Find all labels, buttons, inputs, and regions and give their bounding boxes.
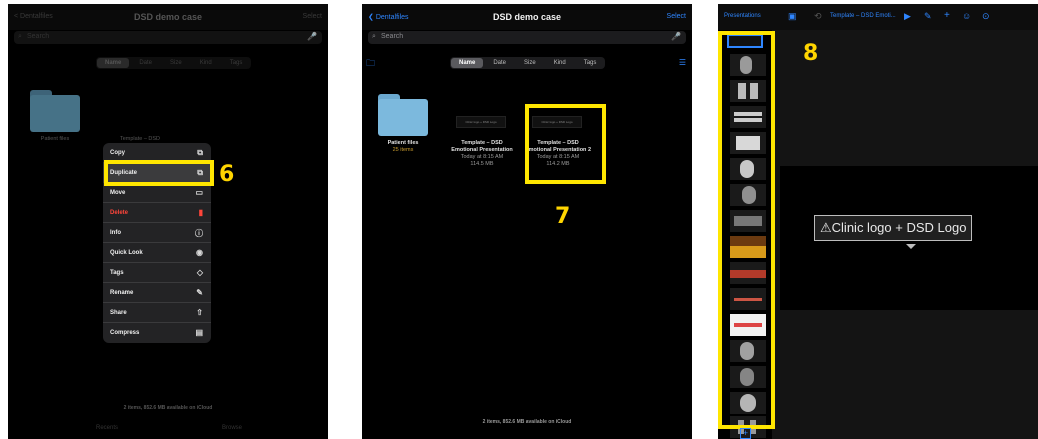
archive-icon: ▤ <box>195 328 203 337</box>
menu-item-info[interactable]: Info ⓘ <box>103 223 211 243</box>
navigation-bar: ❮ Dentalfiles DSD demo case Select <box>362 4 692 30</box>
slide-banner-text: Clinic logo + DSD Logo <box>831 220 967 235</box>
sort-segmented-control: Name Date Size Kind Tags <box>450 57 606 69</box>
navigation-bar: < Dentalfiles DSD demo case Select <box>8 4 328 30</box>
select-button[interactable]: Select <box>303 13 322 20</box>
file-name-line2: Emotional Presentation <box>451 147 513 153</box>
undo-icon[interactable]: ⟲ <box>814 11 822 22</box>
highlight-duplicated-file <box>525 104 606 184</box>
sort-tab-date[interactable]: Date <box>131 58 160 68</box>
slide-banner[interactable]: ⚠Clinic logo + DSD Logo <box>814 215 973 241</box>
document-title[interactable]: Template – DSD Emoti... <box>830 13 896 19</box>
folder-icon: ▭ <box>195 188 203 197</box>
sort-tab-date[interactable]: Date <box>485 58 514 68</box>
sort-tab-kind[interactable]: Kind <box>192 58 220 68</box>
sort-tab-kind[interactable]: Kind <box>546 58 574 68</box>
play-icon[interactable]: ▶ <box>904 11 911 22</box>
search-icon: ⌕ <box>372 33 376 40</box>
file-date: Today at 8:15 AM <box>460 154 504 160</box>
add-slide-button[interactable]: + <box>740 428 751 439</box>
search-placeholder: Search <box>27 33 50 40</box>
eye-icon: ◉ <box>196 248 203 257</box>
file-template[interactable]: Clinic logo + DSD Logo <box>456 116 506 128</box>
file-thumbnail-text: Clinic logo + DSD Logo <box>465 120 497 124</box>
tag-icon: ◇ <box>196 268 203 277</box>
presentations-button[interactable]: Presentations <box>724 13 761 19</box>
tab-browse[interactable]: Browse <box>222 425 242 431</box>
copy-icon: ⧉ <box>197 148 203 157</box>
files-panel-context-menu: < Dentalfiles DSD demo case Select ⌕ Sea… <box>8 4 328 439</box>
pencil-icon: ✎ <box>196 288 203 297</box>
menu-item-quick-look[interactable]: Quick Look ◉ <box>103 243 211 263</box>
search-placeholder: Search <box>381 33 404 40</box>
keynote-panel: Presentations ▣ ⟲ Template – DSD Emoti..… <box>718 4 1038 439</box>
highlight-duplicate <box>104 160 214 186</box>
step-number: 6 <box>219 162 235 187</box>
select-button[interactable]: Select <box>667 13 686 20</box>
menu-item-rename[interactable]: Rename ✎ <box>103 283 211 303</box>
menu-item-tags[interactable]: Tags ◇ <box>103 263 211 283</box>
sort-tab-name[interactable]: Name <box>451 58 484 68</box>
menu-item-delete[interactable]: Delete ▮ <box>103 203 211 223</box>
step-number: 8 <box>803 41 819 66</box>
microphone-icon[interactable]: 🎤 <box>307 32 317 41</box>
sort-tab-tags[interactable]: Tags <box>576 58 605 68</box>
folder-icon[interactable] <box>378 94 428 136</box>
sidebar-toggle-icon[interactable]: ▣ <box>788 11 797 22</box>
file-caption: Template – DSD <box>119 136 161 142</box>
microphone-icon[interactable]: 🎤 <box>671 32 681 41</box>
sort-segmented-control: Name Date Size Kind Tags <box>96 57 252 69</box>
search-icon: ⌕ <box>18 33 22 40</box>
highlight-slide-navigator <box>718 31 775 429</box>
new-folder-icon[interactable]: 🗀 <box>366 56 375 72</box>
menu-item-compress[interactable]: Compress ▤ <box>103 323 211 343</box>
warning-icon: ⚠ <box>820 220 832 235</box>
keynote-toolbar: Presentations ▣ ⟲ Template – DSD Emoti..… <box>718 4 1038 30</box>
folder-name: Patient files <box>387 140 419 146</box>
page-title: DSD demo case <box>133 12 203 22</box>
add-icon[interactable]: + <box>944 10 950 21</box>
search-input[interactable]: ⌕ Search 🎤 <box>368 31 686 44</box>
tab-recents[interactable]: Recents <box>96 425 118 431</box>
step-number: 7 <box>555 204 571 229</box>
file-name-line1: Template – DSD <box>461 140 503 146</box>
sort-tab-size[interactable]: Size <box>162 58 190 68</box>
info-icon: ⓘ <box>195 229 203 238</box>
search-input[interactable]: ⌕ Search 🎤 <box>14 31 322 44</box>
folder-icon[interactable] <box>30 90 80 132</box>
menu-item-share[interactable]: Share ⇧ <box>103 303 211 323</box>
trash-icon: ▮ <box>198 208 203 217</box>
sort-tab-name[interactable]: Name <box>97 58 130 68</box>
more-icon[interactable]: ⊙ <box>982 11 990 22</box>
folder-item-count: 25 items <box>392 147 414 153</box>
folder-name: Patient files <box>40 136 70 142</box>
sort-tab-size[interactable]: Size <box>516 58 544 68</box>
banner-pointer <box>906 244 916 249</box>
sort-tab-tags[interactable]: Tags <box>222 58 251 68</box>
collaborate-icon[interactable]: ☺ <box>962 11 971 21</box>
files-panel-duplicated: ❮ Dentalfiles DSD demo case Select ⌕ Sea… <box>362 4 692 439</box>
brush-icon[interactable]: ✎ <box>924 11 932 22</box>
file-size: 114.5 MB <box>470 161 494 167</box>
menu-item-move[interactable]: Move ▭ <box>103 183 211 203</box>
storage-footer: 2 items, 852.6 MB available on iCloud <box>123 405 213 411</box>
list-view-icon[interactable]: ☰ <box>679 58 686 67</box>
storage-footer: 2 items, 852.6 MB available on iCloud <box>482 419 572 425</box>
share-icon: ⇧ <box>196 308 203 317</box>
page-title: DSD demo case <box>492 12 562 22</box>
